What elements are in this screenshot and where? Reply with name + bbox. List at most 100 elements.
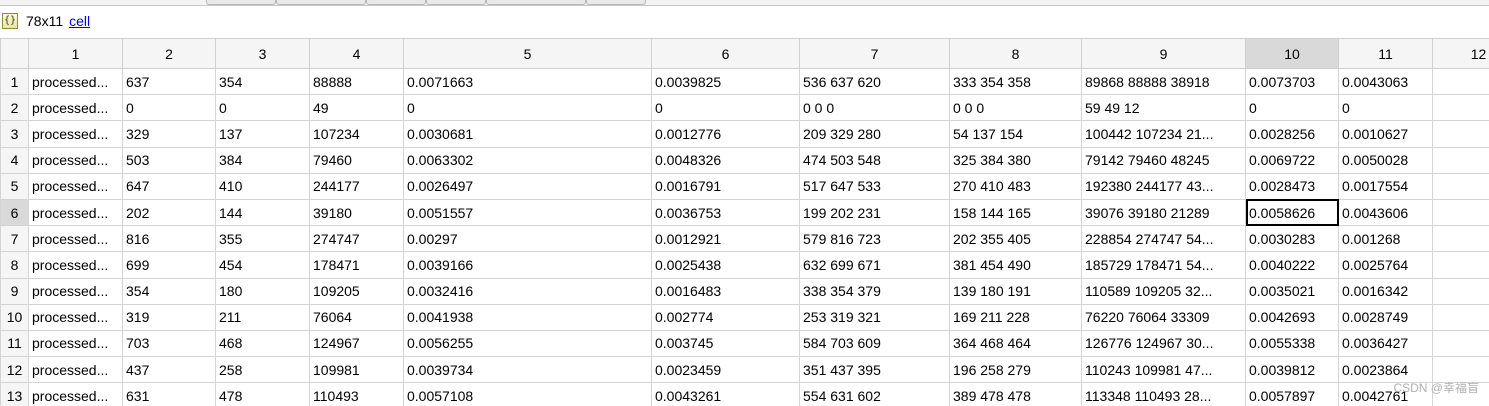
table-cell[interactable]: 0.0057108: [403, 382, 652, 406]
table-cell[interactable]: 0.0012921: [651, 225, 800, 253]
table-cell[interactable]: 0: [403, 94, 652, 122]
table-cell[interactable]: 699: [122, 251, 216, 279]
table-cell[interactable]: 0.0073703: [1245, 67, 1339, 96]
table-cell[interactable]: 109205: [309, 277, 404, 305]
table-cell[interactable]: 88888: [309, 67, 404, 96]
table-cell[interactable]: 244177: [309, 172, 404, 200]
table-cell[interactable]: 110589 109205 32...: [1081, 277, 1246, 305]
row-header[interactable]: 3: [0, 120, 29, 148]
table-cell[interactable]: 384: [215, 146, 310, 174]
table-cell[interactable]: 410: [215, 172, 310, 200]
table-cell[interactable]: 0.0048326: [651, 146, 800, 174]
table-cell[interactable]: 437: [122, 356, 216, 384]
column-header[interactable]: 11: [1338, 38, 1433, 69]
table-cell[interactable]: 0.0030681: [403, 120, 652, 148]
table-cell[interactable]: 0.0032416: [403, 277, 652, 305]
table-cell[interactable]: 79460: [309, 146, 404, 174]
table-cell[interactable]: 703: [122, 329, 216, 358]
table-cell[interactable]: 354: [122, 277, 216, 305]
table-cell[interactable]: 0 0 0: [799, 94, 950, 122]
table-cell[interactable]: processed...: [28, 382, 123, 406]
table-cell[interactable]: 579 816 723: [799, 225, 950, 253]
table-cell[interactable]: 100442 107234 21...: [1081, 120, 1246, 148]
table-cell[interactable]: [1432, 146, 1489, 174]
table-cell[interactable]: 228854 274747 54...: [1081, 225, 1246, 253]
table-cell[interactable]: 0.0039812: [1245, 356, 1339, 384]
table-cell[interactable]: processed...: [28, 303, 123, 331]
table-cell[interactable]: 192380 244177 43...: [1081, 172, 1246, 200]
table-cell[interactable]: [1432, 67, 1489, 96]
table-cell[interactable]: [1432, 277, 1489, 305]
table-cell[interactable]: 110493: [309, 382, 404, 406]
table-cell[interactable]: 0.0017554: [1338, 172, 1433, 200]
table-cell[interactable]: [1432, 303, 1489, 331]
table-cell[interactable]: 126776 124967 30...: [1081, 329, 1246, 358]
table-cell[interactable]: 816: [122, 225, 216, 253]
table-cell[interactable]: 180: [215, 277, 310, 305]
table-cell[interactable]: 0.0023459: [651, 356, 800, 384]
table-cell[interactable]: 389 478 478: [949, 382, 1082, 406]
tab[interactable]: [426, 0, 486, 5]
table-cell[interactable]: 0 0 0: [949, 94, 1082, 122]
table-cell[interactable]: 0.003745: [651, 329, 800, 358]
table-cell[interactable]: 0.00297: [403, 225, 652, 253]
table-cell[interactable]: 0.0055338: [1245, 329, 1339, 358]
column-header[interactable]: 8: [949, 38, 1082, 69]
table-cell[interactable]: processed...: [28, 94, 123, 122]
table-cell[interactable]: 454: [215, 251, 310, 279]
table-cell[interactable]: processed...: [28, 120, 123, 148]
column-header[interactable]: 4: [309, 38, 404, 69]
table-cell[interactable]: 270 410 483: [949, 172, 1082, 200]
tab[interactable]: [486, 0, 586, 5]
table-cell[interactable]: processed...: [28, 277, 123, 305]
table-cell[interactable]: 0.0030283: [1245, 225, 1339, 253]
table-cell[interactable]: 76064: [309, 303, 404, 331]
table-cell[interactable]: 59 49 12: [1081, 94, 1246, 122]
column-header[interactable]: 12: [1432, 38, 1489, 69]
table-cell[interactable]: 0.0071663: [403, 67, 652, 96]
table-cell[interactable]: processed...: [28, 225, 123, 253]
table-cell[interactable]: 0.0028473: [1245, 172, 1339, 200]
row-header[interactable]: 2: [0, 94, 29, 122]
table-cell[interactable]: 211: [215, 303, 310, 331]
table-cell[interactable]: 202: [122, 198, 216, 227]
table-cell[interactable]: 381 454 490: [949, 251, 1082, 279]
table-cell[interactable]: processed...: [28, 146, 123, 174]
tab[interactable]: [206, 0, 276, 5]
table-cell[interactable]: 0.0016791: [651, 172, 800, 200]
tab[interactable]: [366, 0, 426, 5]
tab[interactable]: [586, 0, 646, 5]
table-cell[interactable]: 0.0042693: [1245, 303, 1339, 331]
table-cell[interactable]: 0.0036753: [651, 198, 800, 227]
table-cell[interactable]: 0.0010627: [1338, 120, 1433, 148]
table-cell[interactable]: 0: [1245, 94, 1339, 122]
table-cell[interactable]: 0.0069722: [1245, 146, 1339, 174]
table-cell[interactable]: 0.0056255: [403, 329, 652, 358]
variable-editor-grid[interactable]: 1 2 3 4 5 6 7 8 9 10 11 12 1 processed... 637 354 88888…: [0, 38, 1489, 406]
column-header[interactable]: 5: [403, 38, 652, 69]
row-header[interactable]: 10: [0, 303, 29, 331]
table-cell[interactable]: 0.001268: [1338, 225, 1433, 253]
table-cell[interactable]: 39076 39180 21289: [1081, 198, 1246, 227]
table-cell[interactable]: 209 329 280: [799, 120, 950, 148]
table-cell[interactable]: 468: [215, 329, 310, 358]
table-cell[interactable]: 0.0025764: [1338, 251, 1433, 279]
table-cell[interactable]: 258: [215, 356, 310, 384]
table-cell[interactable]: 517 647 533: [799, 172, 950, 200]
table-cell[interactable]: 0.0058626: [1245, 198, 1339, 227]
row-header[interactable]: 9: [0, 277, 29, 305]
table-cell[interactable]: 364 468 464: [949, 329, 1082, 358]
table-cell[interactable]: 124967: [309, 329, 404, 358]
table-cell[interactable]: 76220 76064 33309: [1081, 303, 1246, 331]
table-cell[interactable]: [1432, 225, 1489, 253]
table-cell[interactable]: 158 144 165: [949, 198, 1082, 227]
table-cell[interactable]: 632 699 671: [799, 251, 950, 279]
table-cell[interactable]: 144: [215, 198, 310, 227]
table-cell[interactable]: 89868 88888 38918: [1081, 67, 1246, 96]
table-cell[interactable]: 478: [215, 382, 310, 406]
row-header[interactable]: 7: [0, 225, 29, 253]
table-cell[interactable]: 79142 79460 48245: [1081, 146, 1246, 174]
table-cell[interactable]: 0.0025438: [651, 251, 800, 279]
table-cell[interactable]: 54 137 154: [949, 120, 1082, 148]
table-cell[interactable]: 355: [215, 225, 310, 253]
